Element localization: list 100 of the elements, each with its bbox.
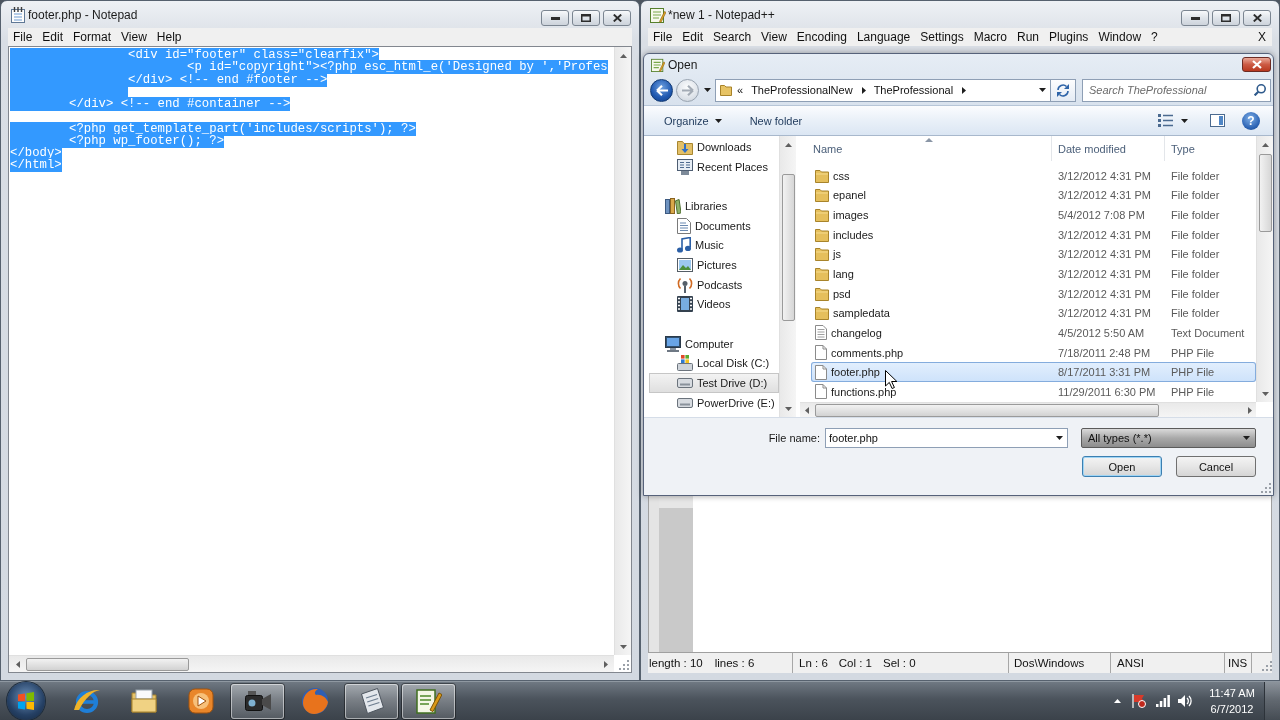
toolbar-button[interactable]: New folder: [743, 109, 809, 132]
menu-item[interactable]: Macro: [968, 30, 1012, 44]
clock-date[interactable]: 6/7/2012: [1210, 701, 1254, 717]
vertical-scrollbar[interactable]: [1256, 136, 1273, 402]
open-button[interactable]: Open: [1082, 456, 1162, 477]
cancel-button[interactable]: Cancel: [1176, 456, 1256, 477]
minimize-button[interactable]: [541, 10, 569, 26]
file-row[interactable]: includes 3/12/2012 4:31 PM File folder: [811, 224, 1256, 245]
navigation-item[interactable]: Documents: [649, 215, 779, 236]
scrollbar-thumb[interactable]: [26, 657, 189, 671]
file-row[interactable]: images 5/4/2012 7:08 PM File folder: [811, 205, 1256, 225]
caret-icon[interactable]: [704, 88, 711, 92]
scrollbar-thumb[interactable]: [1258, 154, 1272, 232]
file-row[interactable]: js 3/12/2012 4:31 PM File folder: [811, 244, 1256, 265]
close-button[interactable]: [603, 10, 631, 26]
navigation-item[interactable]: Pictures: [649, 255, 779, 275]
resize-grip-icon[interactable]: [619, 660, 629, 670]
signal-bars-icon[interactable]: [1156, 695, 1170, 707]
menu-item[interactable]: Run: [1012, 30, 1044, 44]
navigation-item[interactable]: Libraries: [649, 196, 779, 216]
chevron-icon[interactable]: [861, 86, 866, 94]
scroll-up-icon[interactable]: [1261, 142, 1269, 147]
up-caret-icon[interactable]: [1114, 699, 1121, 703]
text-editor[interactable]: [8, 46, 632, 673]
navigation-item[interactable]: Computer: [649, 333, 779, 354]
start-button[interactable]: [7, 682, 45, 720]
menu-item[interactable]: Language: [851, 30, 916, 44]
scroll-up-icon[interactable]: [619, 53, 627, 58]
overflow-button[interactable]: «: [737, 84, 744, 96]
navigation-item[interactable]: Podcasts: [649, 274, 779, 295]
navigation-item[interactable]: Videos: [649, 294, 779, 315]
menu-item[interactable]: Settings: [915, 30, 969, 44]
scrollbar-thumb[interactable]: [781, 174, 795, 321]
menu-item[interactable]: Format: [68, 30, 117, 44]
vertical-scrollbar[interactable]: [614, 47, 631, 655]
column-header[interactable]: Date modified: [1052, 136, 1165, 161]
column-header[interactable]: Name: [806, 136, 1052, 161]
file-row[interactable]: psd 3/12/2012 4:31 PM File folder: [811, 283, 1256, 304]
file-type-dropdown[interactable]: All types (*.*): [1081, 428, 1256, 448]
navigation-item[interactable]: Music: [649, 235, 779, 256]
navigation-item[interactable]: Recent Places: [649, 156, 779, 177]
address-bar[interactable]: « TheProfessionalNew TheProfessional: [715, 78, 1050, 102]
close-button[interactable]: [1242, 57, 1271, 72]
file-row[interactable]: lang 3/12/2012 4:31 PM File folder: [811, 264, 1256, 284]
file-row[interactable]: epanel 3/12/2012 4:31 PM File folder: [811, 185, 1256, 206]
menu-item[interactable]: File: [648, 30, 678, 44]
horizontal-scrollbar[interactable]: [9, 655, 614, 672]
menu-item[interactable]: View: [756, 30, 792, 44]
menu-item[interactable]: Edit: [677, 30, 709, 44]
navigation-item[interactable]: Test Drive (D:): [649, 373, 779, 393]
navigation-item[interactable]: Local Disk (C:): [649, 353, 779, 374]
flag-icon[interactable]: [1132, 694, 1146, 708]
clock-time[interactable]: 11:47 AM: [1209, 685, 1255, 701]
scroll-up-icon[interactable]: [784, 142, 792, 147]
show-desktop-button[interactable]: [1264, 682, 1280, 720]
scroll-left-icon[interactable]: [15, 660, 20, 668]
menu-item[interactable]: Window: [1093, 30, 1147, 44]
maximize-button[interactable]: [1212, 10, 1240, 26]
file-row[interactable]: comments.php 7/18/2011 2:48 PM PHP File: [811, 342, 1256, 363]
menu-item[interactable]: Encoding: [791, 30, 852, 44]
chevron-icon[interactable]: [962, 86, 967, 94]
file-row[interactable]: functions.php 11/29/2011 6:30 PM PHP File: [811, 382, 1256, 402]
menu-item[interactable]: Plugins: [1044, 30, 1094, 44]
resize-grip-icon[interactable]: [1262, 661, 1272, 671]
taskbar-button[interactable]: [402, 683, 455, 719]
taskbar-button[interactable]: [345, 683, 398, 719]
vertical-scrollbar[interactable]: [779, 136, 796, 417]
navigation-item[interactable]: Downloads: [649, 137, 779, 157]
minimize-button[interactable]: [1181, 10, 1209, 26]
scroll-right-icon[interactable]: [603, 660, 608, 668]
menu-item[interactable]: Help: [151, 30, 187, 44]
breadcrumb-item[interactable]: TheProfessionalNew: [751, 84, 853, 96]
menu-item[interactable]: File: [8, 30, 38, 44]
refresh-button[interactable]: [1050, 78, 1076, 102]
menu-item[interactable]: ?: [1146, 30, 1163, 44]
speaker-icon[interactable]: [1178, 695, 1192, 707]
maximize-button[interactable]: [572, 10, 600, 26]
file-row[interactable]: footer.php 8/17/2011 3:31 PM PHP File: [811, 362, 1256, 383]
close-button[interactable]: [1243, 10, 1271, 26]
column-header[interactable]: Type: [1165, 136, 1256, 161]
scrollbar-thumb[interactable]: [815, 403, 1159, 417]
resize-grip-icon[interactable]: [1261, 483, 1271, 493]
close-document-button[interactable]: X: [1252, 30, 1272, 44]
menu-item[interactable]: View: [116, 30, 152, 44]
scroll-right-icon[interactable]: [1247, 406, 1252, 414]
menu-item[interactable]: Search: [708, 30, 757, 44]
navigation-item[interactable]: PowerDrive (E:): [649, 392, 779, 413]
taskbar-button[interactable]: [231, 683, 284, 719]
scroll-down-icon[interactable]: [1261, 391, 1269, 396]
breadcrumb-item[interactable]: TheProfessional: [873, 84, 954, 96]
scroll-down-icon[interactable]: [619, 644, 627, 649]
scroll-down-icon[interactable]: [784, 406, 792, 411]
caret-icon[interactable]: [1039, 88, 1046, 92]
file-row[interactable]: css 3/12/2012 4:31 PM File folder: [811, 166, 1256, 186]
file-row[interactable]: changelog 4/5/2012 5:50 AM Text Document: [811, 323, 1256, 343]
scroll-left-icon[interactable]: [804, 406, 809, 414]
organize-button[interactable]: Organize: [658, 109, 728, 132]
file-row[interactable]: sampledata 3/12/2012 4:31 PM File folder: [811, 303, 1256, 324]
back-button[interactable]: [650, 78, 673, 102]
menu-item[interactable]: Edit: [37, 30, 69, 44]
